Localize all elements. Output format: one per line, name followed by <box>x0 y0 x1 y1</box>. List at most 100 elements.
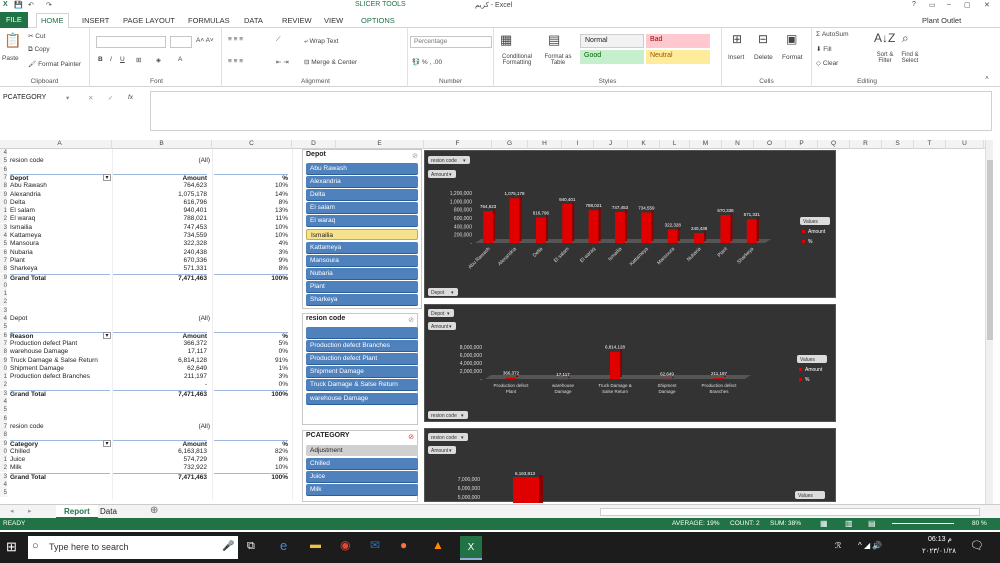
row-header[interactable]: 9 <box>0 356 7 365</box>
clear-filter-icon[interactable]: ⊘ <box>412 152 418 160</box>
formula-input[interactable] <box>150 91 992 131</box>
pivot-percent[interactable]: 10% <box>214 182 288 190</box>
slicer-item[interactable]: Plant <box>306 280 418 292</box>
insert-button[interactable]: Insert <box>728 54 744 61</box>
pivot-grand-total-percent[interactable]: 100% <box>214 389 288 398</box>
bar[interactable] <box>720 215 731 243</box>
clear-filter-icon[interactable]: ⊘ <box>408 316 414 324</box>
pivot-percent[interactable]: 10% <box>214 464 288 472</box>
excel-taskbar-icon[interactable]: X <box>460 536 482 560</box>
outlook-icon[interactable]: ✉ <box>370 538 380 552</box>
column-header[interactable]: O <box>754 140 786 149</box>
tab-view[interactable]: VIEW <box>320 14 347 27</box>
pivot-amount[interactable]: 211,197 <box>112 373 207 381</box>
page-layout-view-icon[interactable]: ▥ <box>845 519 853 528</box>
bar[interactable] <box>506 377 516 379</box>
pivot-row-label[interactable] <box>10 381 110 389</box>
column-header[interactable]: C <box>212 140 292 149</box>
tab-home[interactable]: HOME <box>36 13 69 29</box>
pivot-percent[interactable]: 91% <box>214 357 288 365</box>
enter-formula-icon[interactable]: ✓ <box>108 94 113 102</box>
pivot-percent[interactable]: 0% <box>214 381 288 389</box>
row-header[interactable]: 3 <box>0 306 7 315</box>
row-header[interactable]: 9 <box>0 439 7 448</box>
user-name[interactable]: Plant Outlet <box>918 14 965 27</box>
pivot-header[interactable]: Amount <box>112 173 207 182</box>
style-bad[interactable]: Bad <box>646 34 710 48</box>
slicer-item[interactable]: Delta <box>306 189 418 201</box>
page-break-view-icon[interactable]: ▤ <box>868 519 876 528</box>
slicer-item[interactable]: Mansoura <box>306 254 418 266</box>
column-header[interactable]: J <box>594 140 628 149</box>
conditional-formatting-button[interactable]: Conditional Formatting <box>496 54 538 66</box>
pivot-grand-total-amount[interactable]: 7,471,463 <box>112 472 207 481</box>
pivot-amount[interactable]: 62,649 <box>112 365 207 373</box>
pivot-row-label[interactable]: Nubaria <box>10 249 110 257</box>
file-explorer-icon[interactable]: ▬ <box>310 539 321 551</box>
pivot-header[interactable]: % <box>214 439 288 448</box>
style-neutral[interactable]: Neutral <box>646 50 710 64</box>
delete-button[interactable]: Delete <box>754 54 773 61</box>
pivot-row-label[interactable]: Mansoura <box>10 240 110 248</box>
paste-button[interactable]: Paste <box>2 55 19 62</box>
bar[interactable] <box>746 219 757 243</box>
zoom-slider[interactable] <box>892 523 954 524</box>
collapse-ribbon-icon[interactable]: ˄ <box>985 75 989 82</box>
column-header[interactable]: T <box>914 140 946 149</box>
chart-field-button[interactable]: resion code ▾ <box>428 156 470 164</box>
help-icon[interactable]: ? <box>912 1 916 8</box>
save-icon[interactable]: 💾 <box>14 1 23 9</box>
function-icon[interactable]: fx <box>128 94 133 101</box>
chart-field-button[interactable]: Amount ▾ <box>428 170 456 178</box>
chart-field-button[interactable]: resion code ▾ <box>428 411 468 419</box>
slicer-item[interactable]: Abu Rawash <box>306 163 418 174</box>
tab-formulas[interactable]: FORMULAS <box>184 14 234 27</box>
column-header[interactable]: B <box>112 140 212 149</box>
name-box[interactable]: PCATEGORY <box>0 93 62 105</box>
row-header[interactable]: 2 <box>0 381 7 390</box>
pivot-percent[interactable]: 14% <box>214 191 288 199</box>
normal-view-icon[interactable]: ▦ <box>820 519 828 528</box>
pivot-grand-total[interactable]: Grand Total <box>10 389 110 398</box>
underline-button[interactable]: U <box>120 56 125 63</box>
row-header[interactable]: 2 <box>0 215 7 224</box>
row-header[interactable]: 6 <box>0 331 7 340</box>
slicer-item[interactable]: Kattameya <box>306 241 418 253</box>
chart-field-button[interactable]: Amount ▾ <box>428 322 456 330</box>
bar[interactable] <box>558 378 568 380</box>
bar[interactable] <box>535 217 546 243</box>
taskbar-search[interactable]: ○ Type here to search 🎤 <box>28 536 238 559</box>
minimize-icon[interactable]: – <box>947 1 951 8</box>
slicer-item[interactable]: Sharkeya <box>306 294 418 305</box>
pivot-row-label[interactable]: Kattameya <box>10 232 110 240</box>
format-as-table-button[interactable]: Format as Table <box>540 54 576 66</box>
pivot-row-label[interactable]: Plant <box>10 257 110 265</box>
bar[interactable] <box>513 477 539 503</box>
column-header[interactable]: Q <box>818 140 850 149</box>
row-header[interactable]: 8 <box>0 348 7 357</box>
cancel-formula-icon[interactable]: ✕ <box>88 94 93 102</box>
row-header[interactable]: 1 <box>0 373 7 382</box>
column-header[interactable]: L <box>660 140 690 149</box>
pivot-grand-total-percent[interactable]: 100% <box>214 472 288 481</box>
row-header[interactable]: 0 <box>0 198 7 207</box>
pivot-filter-label[interactable]: resion code <box>10 423 110 431</box>
sheet-tab-report[interactable]: Report <box>56 505 98 519</box>
align-left-icons[interactable]: ≡ ≡ ≡ <box>228 58 243 65</box>
slicer-item[interactable]: warehouse Damage <box>306 392 418 404</box>
bar[interactable] <box>694 232 705 243</box>
tray-icons[interactable]: ^ ◢ 🔊 <box>858 541 882 550</box>
pivot-row-label[interactable]: El waraq <box>10 215 110 223</box>
vertical-scrollbar[interactable] <box>985 140 993 504</box>
slicer-depot[interactable]: Depot ⊘ Abu Rawash Alexandria Delta El sala… <box>302 149 422 309</box>
bold-button[interactable]: B <box>98 56 103 63</box>
bar[interactable] <box>610 351 620 379</box>
pivot-percent[interactable]: 11% <box>214 215 288 223</box>
row-header[interactable]: 1 <box>0 207 7 216</box>
copy-button[interactable]: ⧉ Copy <box>28 46 50 54</box>
slicer-item[interactable]: Alexandria <box>306 176 418 188</box>
chart-field-button[interactable]: Amount ▾ <box>428 446 456 454</box>
chart-field-button[interactable]: resion code ▾ <box>428 433 468 441</box>
pivot-amount[interactable]: 940,401 <box>112 207 208 215</box>
pivot-percent[interactable]: 4% <box>214 240 288 248</box>
